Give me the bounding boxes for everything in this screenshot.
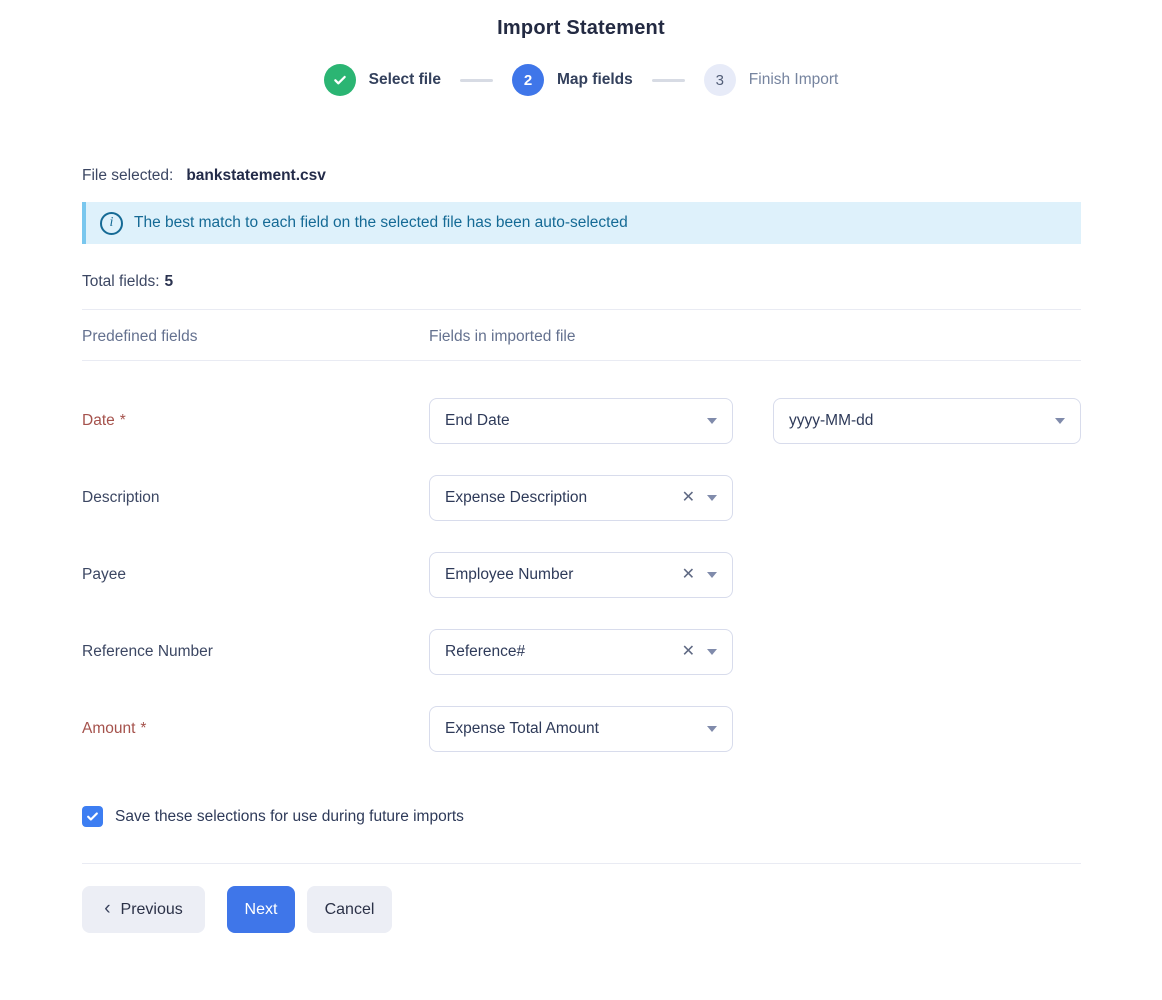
divider (82, 360, 1081, 361)
step-number-badge: 2 (512, 64, 544, 96)
chevron-down-icon (707, 495, 717, 501)
step-label: Map fields (557, 71, 633, 89)
amount-field-select[interactable]: Expense Total Amount (429, 706, 733, 752)
field-row-reference-number: Reference Number Reference# ✕ (82, 629, 1081, 675)
save-selections-checkbox[interactable] (82, 806, 103, 827)
step-connector (652, 79, 685, 82)
info-banner: i The best match to each field on the se… (82, 202, 1081, 244)
chevron-down-icon (707, 572, 717, 578)
step-select-file: Select file (324, 64, 441, 96)
date-format-select[interactable]: yyyy-MM-dd (773, 398, 1081, 444)
file-selected-label: File selected: (82, 167, 173, 185)
info-icon: i (100, 212, 123, 235)
import-stepper: Select file 2 Map fields 3 Finish Import (0, 64, 1162, 96)
payee-field-select[interactable]: Employee Number ✕ (429, 552, 733, 598)
total-fields-label: Total fields: (82, 273, 160, 290)
chevron-down-icon (707, 649, 717, 655)
step-finish-import: 3 Finish Import (704, 64, 839, 96)
clear-selection-icon[interactable]: ✕ (682, 644, 695, 660)
next-button[interactable]: Next (227, 886, 295, 933)
column-headers: Predefined fields Fields in imported fil… (82, 328, 1081, 346)
page-title: Import Statement (0, 0, 1162, 40)
cancel-button[interactable]: Cancel (307, 886, 392, 933)
predefined-field-label: Date* (82, 412, 429, 430)
step-complete-check-icon (324, 64, 356, 96)
predefined-field-label: Amount* (82, 720, 429, 738)
info-banner-text: The best match to each field on the sele… (134, 214, 628, 232)
field-row-description: Description Expense Description ✕ (82, 475, 1081, 521)
required-asterisk: * (140, 720, 146, 737)
total-fields-value: 5 (165, 273, 174, 290)
step-connector (460, 79, 493, 82)
predefined-field-label: Reference Number (82, 643, 429, 661)
checkbox-check-icon (86, 810, 99, 823)
chevron-down-icon (707, 726, 717, 732)
divider (82, 309, 1081, 310)
field-row-payee: Payee Employee Number ✕ (82, 552, 1081, 598)
predefined-fields-header: Predefined fields (82, 328, 429, 346)
step-label: Select file (369, 71, 441, 89)
predefined-field-label: Description (82, 489, 429, 507)
clear-selection-icon[interactable]: ✕ (682, 567, 695, 583)
date-field-select[interactable]: End Date (429, 398, 733, 444)
reference-number-field-select[interactable]: Reference# ✕ (429, 629, 733, 675)
step-label: Finish Import (749, 71, 839, 89)
description-field-select[interactable]: Expense Description ✕ (429, 475, 733, 521)
divider (82, 863, 1081, 864)
chevron-left-icon: ‹ (104, 899, 110, 920)
field-row-amount: Amount* Expense Total Amount (82, 706, 1081, 752)
step-map-fields: 2 Map fields (512, 64, 633, 96)
chevron-down-icon (1055, 418, 1065, 424)
step-number-badge: 3 (704, 64, 736, 96)
predefined-field-label: Payee (82, 566, 429, 584)
action-buttons: ‹ Previous Next Cancel (82, 886, 1081, 933)
save-selections-row: Save these selections for use during fut… (82, 806, 1081, 827)
clear-selection-icon[interactable]: ✕ (682, 490, 695, 506)
total-fields: Total fields: 5 (82, 273, 1081, 291)
save-selections-label: Save these selections for use during fut… (115, 808, 464, 826)
required-asterisk: * (120, 412, 126, 429)
previous-button[interactable]: ‹ Previous (82, 886, 205, 933)
imported-fields-header: Fields in imported file (429, 328, 575, 346)
field-row-date: Date* End Date yyyy-MM-dd (82, 398, 1081, 444)
selected-file-name: bankstatement.csv (186, 167, 326, 185)
chevron-down-icon (707, 418, 717, 424)
file-selected-row: File selected: bankstatement.csv (82, 167, 1081, 185)
